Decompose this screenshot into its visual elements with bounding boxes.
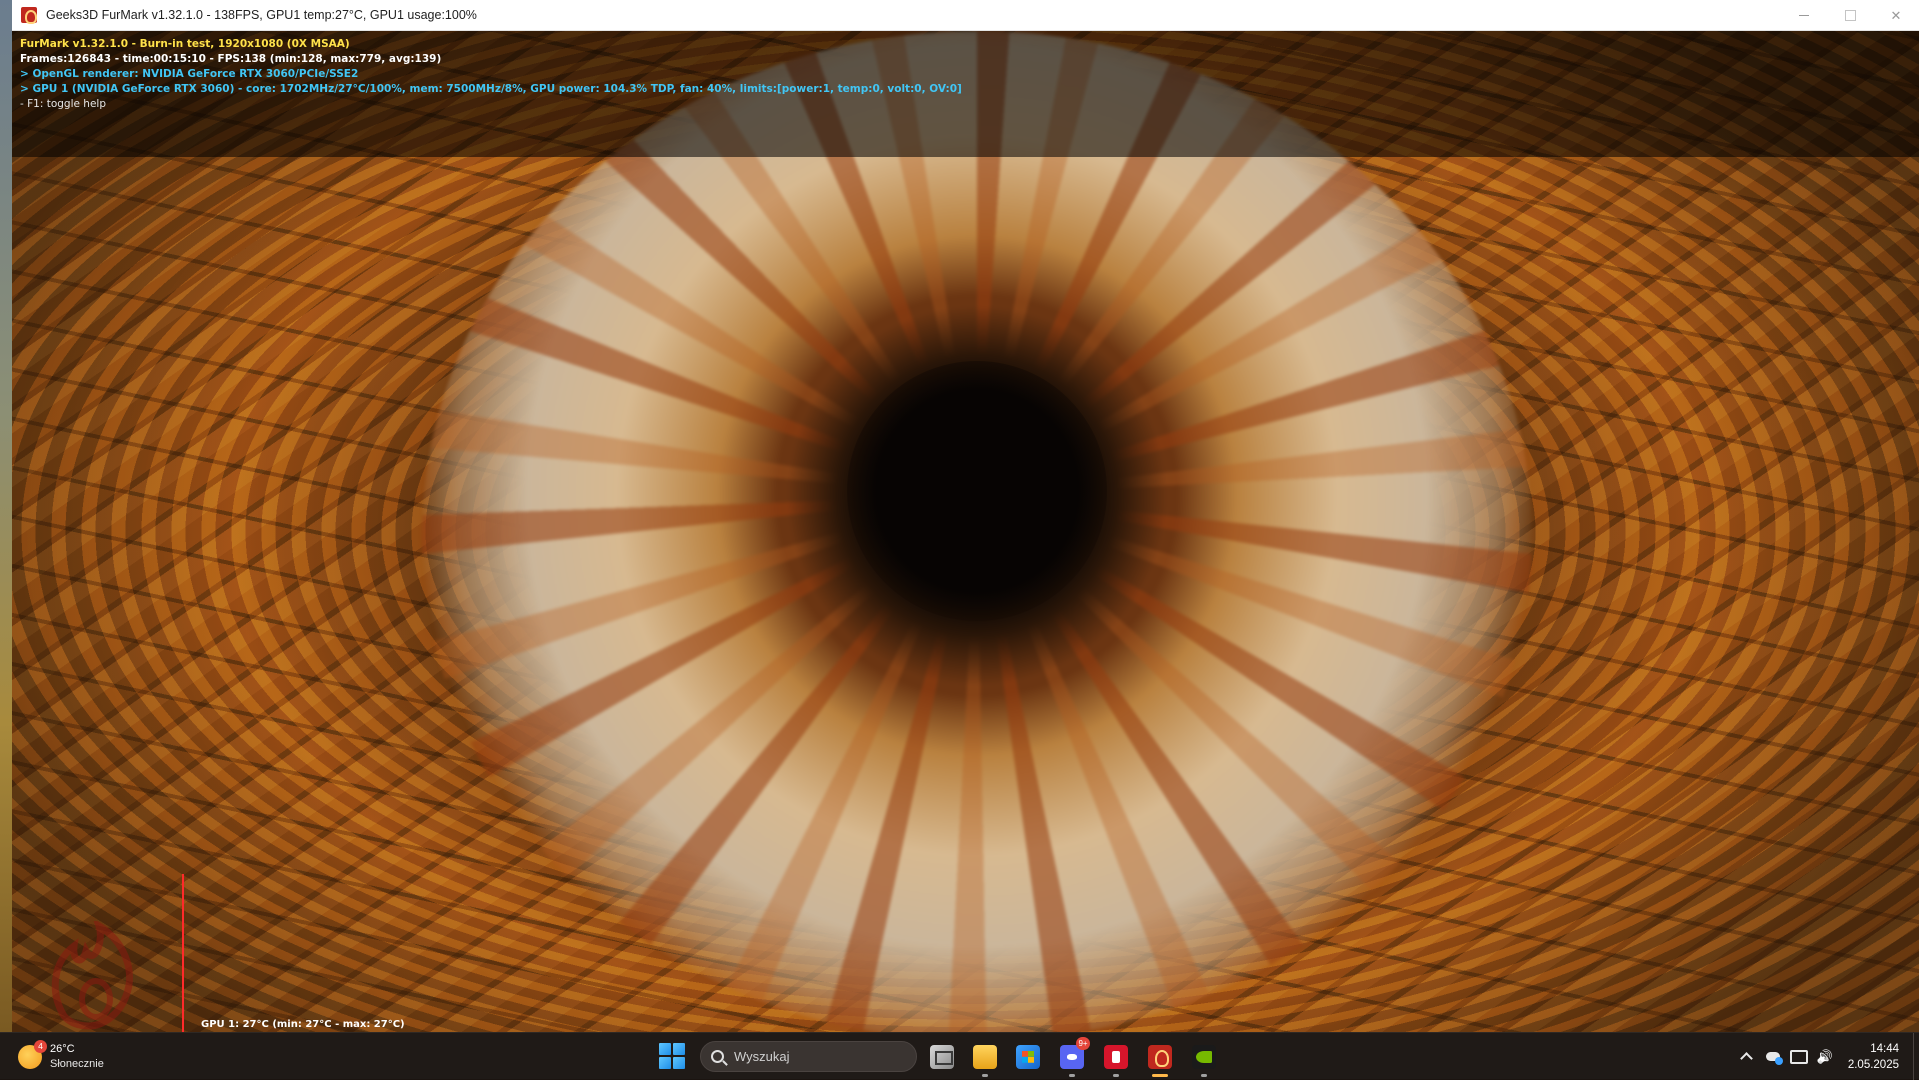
active-indicator bbox=[1152, 1074, 1168, 1077]
window-title: Geeks3D FurMark v1.32.1.0 - 138FPS, GPU1… bbox=[46, 8, 477, 22]
taskbar-nvidia[interactable] bbox=[1188, 1041, 1220, 1077]
weather-widget[interactable]: 4 26°C Słonecznie bbox=[18, 1039, 104, 1075]
store-icon bbox=[1016, 1045, 1040, 1069]
clock[interactable]: 14:44 2.05.2025 bbox=[1848, 1041, 1899, 1073]
furmark-app-icon[interactable] bbox=[21, 7, 37, 24]
onedrive-icon[interactable] bbox=[1760, 1044, 1786, 1070]
weather-badge: 4 bbox=[34, 1040, 47, 1053]
title-bar[interactable]: Geeks3D FurMark v1.32.1.0 - 138FPS, GPU1… bbox=[12, 0, 1919, 31]
weather-condition: Słonecznie bbox=[50, 1058, 104, 1070]
close-button[interactable] bbox=[1873, 0, 1919, 31]
furmark-logo-icon bbox=[51, 921, 133, 1030]
hud-help: - F1: toggle help bbox=[20, 98, 107, 110]
weather-text: 26°C Słonecznie bbox=[50, 1042, 104, 1072]
running-indicator bbox=[1201, 1074, 1207, 1077]
hud-overlay: FurMark v1.32.1.0 - Burn-in test, 1920x1… bbox=[12, 31, 1919, 157]
taskbar-furmark[interactable] bbox=[1144, 1041, 1176, 1077]
search-icon bbox=[711, 1050, 724, 1063]
taskbar-file-explorer[interactable] bbox=[969, 1041, 1001, 1077]
taskbar-task-view[interactable] bbox=[926, 1041, 958, 1073]
task-view-icon bbox=[930, 1045, 954, 1069]
hud-gpu-info: > GPU 1 (NVIDIA GeForce RTX 3060) - core… bbox=[20, 83, 962, 95]
app-icon bbox=[1104, 1045, 1128, 1069]
clock-date: 2.05.2025 bbox=[1847, 1058, 1899, 1071]
folder-icon bbox=[973, 1045, 997, 1069]
running-indicator bbox=[1113, 1074, 1119, 1077]
running-indicator bbox=[1069, 1074, 1075, 1077]
nvidia-icon bbox=[1192, 1045, 1216, 1069]
desktop-background bbox=[0, 0, 12, 1032]
window-controls bbox=[1781, 0, 1919, 31]
search-box[interactable]: Wyszukaj bbox=[700, 1041, 917, 1072]
chevron-up-icon[interactable] bbox=[1734, 1044, 1760, 1070]
running-indicator bbox=[982, 1074, 988, 1077]
furmark-window: Geeks3D FurMark v1.32.1.0 - 138FPS, GPU1… bbox=[12, 0, 1919, 1032]
windows-logo-icon bbox=[659, 1043, 671, 1055]
search-placeholder: Wyszukaj bbox=[734, 1049, 790, 1064]
taskbar: 4 26°C Słonecznie Wyszukaj 9+ 🔊 14:44 2.… bbox=[0, 1032, 1919, 1080]
minimize-button[interactable] bbox=[1781, 0, 1827, 31]
clock-time: 14:44 bbox=[1870, 1042, 1899, 1055]
temperature-graph-line bbox=[182, 874, 184, 1032]
start-button[interactable] bbox=[659, 1043, 685, 1069]
hud-stats: Frames:126843 - time:00:15:10 - FPS:138 … bbox=[20, 53, 442, 65]
taskbar-discord[interactable]: 9+ bbox=[1056, 1037, 1090, 1077]
donut-center bbox=[847, 361, 1107, 621]
hud-title: FurMark v1.32.1.0 - Burn-in test, 1920x1… bbox=[20, 38, 350, 50]
furmark-icon bbox=[1148, 1045, 1172, 1069]
taskbar-red-app[interactable] bbox=[1100, 1041, 1132, 1077]
sun-icon: 4 bbox=[18, 1040, 47, 1069]
hud-renderer: > OpenGL renderer: NVIDIA GeForce RTX 30… bbox=[20, 68, 359, 80]
show-desktop-button[interactable] bbox=[1913, 1033, 1919, 1080]
taskbar-microsoft-store[interactable] bbox=[1012, 1041, 1044, 1073]
system-tray: 14:44 2.05.2025 bbox=[1734, 1033, 1919, 1080]
render-viewport[interactable]: FurMark v1.32.1.0 - Burn-in test, 1920x1… bbox=[12, 31, 1919, 1032]
volume-icon[interactable] bbox=[1812, 1044, 1838, 1070]
weather-temperature: 26°C bbox=[50, 1043, 75, 1055]
temperature-graph-label: GPU 1: 27°C (min: 27°C - max: 27°C) bbox=[201, 1019, 405, 1030]
network-icon[interactable] bbox=[1786, 1044, 1812, 1070]
maximize-button[interactable] bbox=[1827, 0, 1873, 31]
discord-badge: 9+ bbox=[1076, 1037, 1090, 1050]
